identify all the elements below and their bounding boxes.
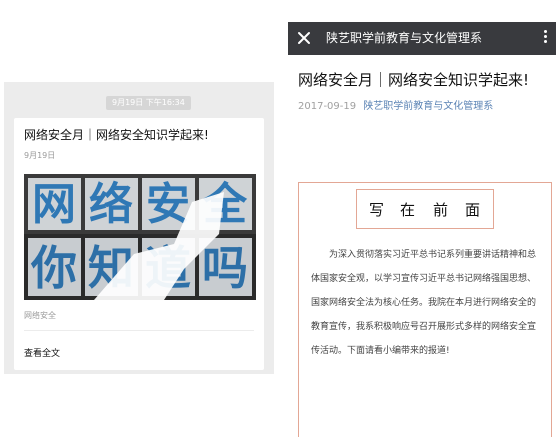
body-line: 传活动。下面请看小编带来的报道! [311,346,450,356]
top-bar: 陕艺职学前教育与文化管理系 [288,22,556,55]
section-heading: 写 在 前 面 [356,189,494,229]
author-link[interactable]: 陕艺职学前教育与文化管理系 [363,101,493,112]
heading-char-3: 面 [465,201,481,219]
article-date: 2017-09-19 [298,101,357,112]
body-line: 国家网络安全法为核心任务。我院在本月进行网络安全的 [311,298,537,308]
article-meta: 2017-09-19 陕艺职学前教育与文化管理系 [298,97,493,112]
cover-image: 网 络 安 全 你 知 道 吗 [24,174,256,300]
cover-char-7: 吗 [202,241,248,295]
content-frame: 写 在 前 面 为深入贯彻落实习近平总书记系列重要讲话精神和总 体国家安全观，以… [298,182,552,437]
article-view: 陕艺职学前教育与文化管理系 网络安全月｜网络安全知识学起来! 2017-09-1… [288,22,556,437]
cover-char-1: 络 [89,179,133,230]
more-vertical-icon [538,30,552,43]
message-timestamp: 9月19日 下午16:34 [106,96,191,110]
close-button[interactable] [294,28,314,48]
body-line: 为深入贯彻落实习近平总书记系列重要讲话精神和总 [329,250,537,260]
heading-char-1: 在 [400,201,416,219]
topbar-title: 陕艺职学前教育与文化管理系 [326,31,483,45]
card-divider [24,330,254,331]
close-icon [298,32,310,44]
card-title: 网络安全月｜网络安全知识学起来! [24,128,209,142]
card-date: 9月19日 [24,151,56,160]
read-more-link[interactable]: 查看全文 [24,346,60,359]
card-tag: 网络安全 [24,311,56,320]
article-card[interactable]: 网络安全月｜网络安全知识学起来! 9月19日 网 络 安 全 你 知 吗 网络安… [14,118,264,370]
body-line: 体国家安全观，以学习宣传习近平总书记网络强国思想、 [311,274,537,284]
article-body: 为深入贯彻落实习近平总书记系列重要讲话精神和总 体国家安全观，以学习宣传习近平总… [311,243,543,363]
heading-char-2: 前 [433,201,449,219]
article-title: 网络安全月｜网络安全知识学起来! [298,71,530,89]
cover-char-4: 你 [30,241,77,295]
cover-char-0: 网 [32,179,76,230]
heading-char-0: 写 [369,201,385,219]
more-button[interactable] [538,28,552,48]
body-line: 教育宣传，我系积极响应号召开展形式多样的网络安全宣 [311,322,537,332]
chat-panel: 9月19日 下午16:34 网络安全月｜网络安全知识学起来! 9月19日 网 络… [4,82,274,374]
